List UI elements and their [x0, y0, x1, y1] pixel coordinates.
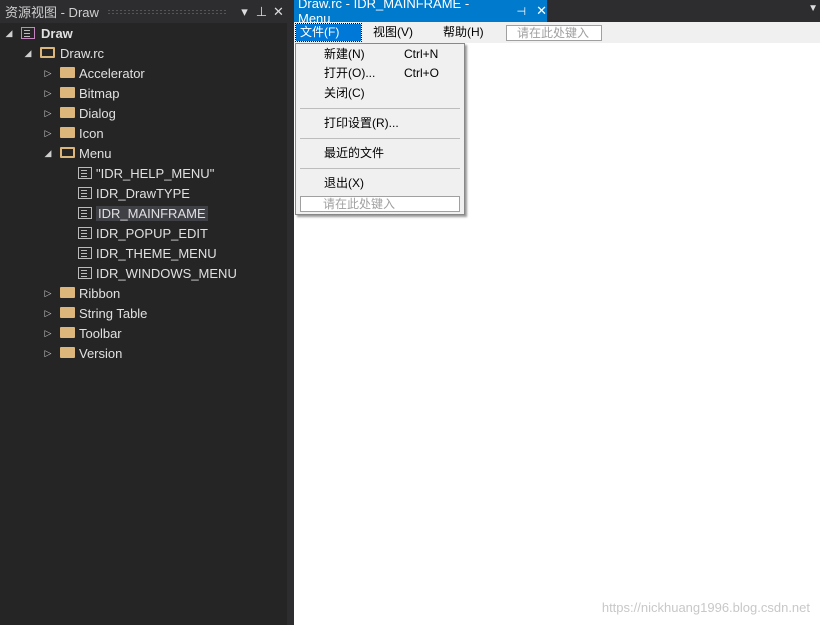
- tree-item-label: Toolbar: [79, 325, 122, 341]
- tree-item-menu-resource[interactable]: IDR_THEME_MENU: [0, 243, 287, 263]
- collapse-icon[interactable]: ◢: [4, 28, 14, 39]
- menu-icon: [78, 207, 92, 219]
- pin-icon[interactable]: ⊣: [517, 5, 527, 18]
- expand-icon[interactable]: ▷: [43, 108, 53, 119]
- tree-item-menu-folder[interactable]: ◢ Menu: [0, 143, 287, 163]
- folder-icon: [60, 107, 75, 118]
- tree-item-label: IDR_THEME_MENU: [96, 245, 217, 261]
- tree-item-label: Draw.rc: [60, 45, 105, 61]
- tree-item-menu-resource[interactable]: IDR_WINDOWS_MENU: [0, 263, 287, 283]
- tree-item-folder[interactable]: ▷ Toolbar: [0, 323, 287, 343]
- menu-icon: [78, 167, 92, 179]
- document-tab-bar: Draw.rc - IDR_MAINFRAME - Menu ⊣ ✕ ▼: [294, 0, 820, 26]
- resource-view-panel: 资源视图 - Draw ▾ ⊥ ✕ ◢ Draw ◢ Draw.rc ▷ Accelera…: [0, 0, 287, 625]
- expand-icon[interactable]: ▷: [43, 68, 53, 79]
- tree-item-label: Version: [79, 345, 123, 361]
- file-dropdown: 新建(N) Ctrl+N 打开(O)... Ctrl+O 关闭(C) 打印设置(R)…: [295, 43, 465, 215]
- menubar-type-here[interactable]: 请在此处键入: [506, 25, 602, 41]
- tree-item-folder[interactable]: ▷ Accelerator: [0, 63, 287, 83]
- menu-icon: [78, 267, 92, 279]
- dropdown-icon[interactable]: ▾: [236, 4, 253, 20]
- folder-open-icon: [40, 47, 55, 58]
- menu-help[interactable]: 帮助(H): [439, 24, 488, 41]
- label: 新建(N): [324, 47, 365, 61]
- folder-icon: [60, 67, 75, 78]
- tree-item-folder[interactable]: ▷ Bitmap: [0, 83, 287, 103]
- tree-item-folder[interactable]: ▷ Ribbon: [0, 283, 287, 303]
- tree-item-menu-resource[interactable]: "IDR_HELP_MENU": [0, 163, 287, 183]
- tree-item-label: IDR_DrawTYPE: [96, 185, 190, 201]
- menu-icon: [78, 187, 92, 199]
- tree-item-menu-resource[interactable]: IDR_MAINFRAME: [0, 203, 287, 223]
- folder-icon: [60, 347, 75, 358]
- menu-bar: 文件(F) 视图(V) 帮助(H) 请在此处键入 新建(N) Ctrl+N 打开(…: [294, 22, 820, 215]
- expand-icon[interactable]: ▷: [43, 328, 53, 339]
- folder-open-icon: [60, 147, 75, 158]
- expand-icon[interactable]: ▷: [43, 88, 53, 99]
- panel-title: 资源视图 - Draw: [5, 5, 99, 20]
- separator: [300, 138, 460, 139]
- label: 打开(O)...: [324, 66, 376, 80]
- separator: [300, 108, 460, 109]
- tree-item-label: IDR_WINDOWS_MENU: [96, 265, 237, 281]
- tree-item-draw-rc[interactable]: ◢ Draw.rc: [0, 43, 287, 63]
- dropdown-type-here[interactable]: 请在此处键入: [300, 196, 460, 212]
- tree-item-label: Icon: [79, 125, 104, 141]
- close-icon[interactable]: ✕: [536, 3, 547, 19]
- tree-item-folder[interactable]: ▷ Version: [0, 343, 287, 363]
- collapse-icon[interactable]: ◢: [43, 148, 53, 159]
- shortcut: Ctrl+O: [404, 66, 440, 80]
- menu-item-recent-files[interactable]: 最近的文件: [324, 144, 384, 162]
- menu-editor: 文件(F) 视图(V) 帮助(H) 请在此处键入 新建(N) Ctrl+N 打开(…: [294, 22, 820, 625]
- panel-title-bar: 资源视图 - Draw ▾ ⊥ ✕: [0, 0, 287, 23]
- watermark: https://nickhuang1996.blog.csdn.net: [601, 600, 810, 615]
- tree-item-label: Draw: [41, 25, 73, 41]
- menu-item-open[interactable]: 打开(O)... Ctrl+O: [324, 64, 439, 82]
- expand-icon[interactable]: ▷: [43, 308, 53, 319]
- menu-item-new[interactable]: 新建(N) Ctrl+N: [324, 45, 438, 63]
- menu-icon: [78, 227, 92, 239]
- tree-item-label: Ribbon: [79, 285, 121, 301]
- pin-icon[interactable]: ⊥: [253, 4, 270, 20]
- folder-icon: [60, 327, 75, 338]
- expand-icon[interactable]: ▷: [43, 348, 53, 359]
- menu-view[interactable]: 视图(V): [369, 24, 417, 41]
- folder-icon: [60, 307, 75, 318]
- tree-item-label: String Table: [79, 305, 148, 321]
- tree-item-label: "IDR_HELP_MENU": [96, 165, 215, 181]
- project-icon: [21, 27, 35, 39]
- tree-item-folder[interactable]: ▷ Dialog: [0, 103, 287, 123]
- tab-draw-rc-menu[interactable]: Draw.rc - IDR_MAINFRAME - Menu ⊣ ✕: [294, 0, 547, 26]
- tree-item-draw[interactable]: ◢ Draw: [0, 23, 287, 43]
- tree-item-menu-resource[interactable]: IDR_DrawTYPE: [0, 183, 287, 203]
- menu-file[interactable]: 文件(F): [295, 23, 362, 42]
- folder-icon: [60, 87, 75, 98]
- folder-icon: [60, 287, 75, 298]
- collapse-icon[interactable]: ◢: [23, 48, 33, 59]
- menu-item-close[interactable]: 关闭(C): [324, 84, 365, 102]
- expand-icon[interactable]: ▷: [43, 128, 53, 139]
- tree-item-label: IDR_POPUP_EDIT: [96, 225, 208, 241]
- expand-icon[interactable]: ▷: [43, 288, 53, 299]
- menu-item-exit[interactable]: 退出(X): [324, 174, 364, 192]
- menu-item-print-setup[interactable]: 打印设置(R)...: [324, 114, 399, 132]
- tree-item-folder[interactable]: ▷ String Table: [0, 303, 287, 323]
- shortcut: Ctrl+N: [404, 47, 439, 61]
- tab-overflow-icon[interactable]: ▼: [808, 3, 818, 14]
- menu-icon: [78, 247, 92, 259]
- tree-item-label: Menu: [79, 145, 112, 161]
- tree-item-label: Bitmap: [79, 85, 120, 101]
- folder-icon: [60, 127, 75, 138]
- close-icon[interactable]: ✕: [270, 4, 287, 20]
- tree-item-label: Dialog: [79, 105, 116, 121]
- tree-item-menu-resource[interactable]: IDR_POPUP_EDIT: [0, 223, 287, 243]
- tree-item-label: Accelerator: [79, 65, 145, 81]
- separator: [300, 168, 460, 169]
- drag-grip[interactable]: [106, 8, 228, 15]
- tree-item-folder[interactable]: ▷ Icon: [0, 123, 287, 143]
- tree-item-label: IDR_MAINFRAME: [96, 205, 208, 221]
